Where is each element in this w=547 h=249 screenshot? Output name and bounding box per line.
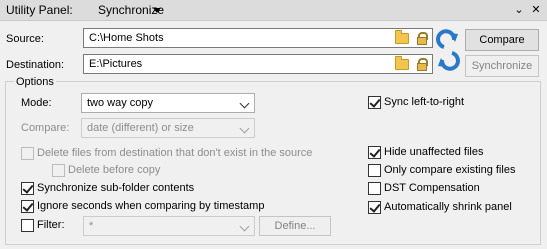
chevron-down-icon — [239, 221, 250, 232]
title-bar — [0, 0, 547, 21]
delete-before-copy-label: Delete before copy — [68, 164, 161, 176]
dst-compensation-label: DST Compensation — [384, 182, 480, 194]
synchronize-button[interactable]: Synchronize — [465, 55, 539, 77]
lock-icon[interactable] — [417, 58, 428, 71]
compare-select[interactable]: date (different) or size — [81, 118, 255, 138]
mode-label: Mode: — [21, 97, 52, 109]
chevron-down-icon — [239, 98, 250, 109]
dst-compensation-checkbox[interactable] — [368, 182, 381, 195]
destination-field[interactable]: E:\Pictures — [83, 54, 433, 74]
source-label: Source: — [6, 33, 44, 45]
close-icon[interactable]: ✕ — [529, 3, 543, 17]
compare-value: date (different) or size — [87, 122, 194, 134]
hide-unaffected-checkbox[interactable] — [368, 146, 381, 159]
chevron-down-icon[interactable] — [153, 8, 161, 13]
filter-value: * — [89, 220, 94, 232]
define-button[interactable]: Define... — [259, 216, 331, 236]
delete-files-label: Delete files from destination that don't… — [37, 147, 313, 159]
sync-subfolders-label: Synchronize sub-folder contents — [37, 182, 195, 194]
sync-left-to-right-label: Sync left-to-right — [384, 96, 465, 108]
auto-shrink-label: Automatically shrink panel — [384, 201, 512, 213]
filter-label: Filter: — [37, 219, 65, 231]
swap-icon[interactable] — [436, 27, 460, 73]
destination-value: E:\Pictures — [89, 58, 143, 70]
delete-before-copy-checkbox[interactable] — [52, 164, 65, 177]
filter-checkbox[interactable] — [21, 219, 34, 232]
folder-icon[interactable] — [395, 30, 409, 44]
sync-left-to-right-checkbox[interactable] — [368, 96, 381, 109]
ignore-seconds-checkbox[interactable] — [21, 200, 34, 213]
hide-unaffected-label: Hide unaffected files — [384, 146, 484, 158]
chevron-down-icon — [239, 123, 250, 134]
source-field[interactable]: C:\Home Shots — [83, 28, 433, 48]
options-group-title: Options — [14, 76, 56, 88]
source-value: C:\Home Shots — [89, 32, 164, 44]
auto-shrink-checkbox[interactable] — [368, 201, 381, 214]
collapse-icon[interactable]: ⌄ — [512, 3, 526, 17]
compare-label: Compare: — [21, 122, 70, 134]
filter-select[interactable]: * — [83, 216, 255, 236]
mode-select[interactable]: two way copy — [81, 93, 255, 113]
lock-icon[interactable] — [417, 32, 428, 45]
compare-button[interactable]: Compare — [465, 29, 539, 51]
delete-files-checkbox[interactable] — [21, 147, 34, 160]
only-compare-existing-label: Only compare existing files — [384, 164, 516, 176]
folder-icon[interactable] — [395, 56, 409, 70]
only-compare-existing-checkbox[interactable] — [368, 164, 381, 177]
mode-value: two way copy — [87, 97, 154, 109]
sync-subfolders-checkbox[interactable] — [21, 182, 34, 195]
ignore-seconds-label: Ignore seconds when comparing by timesta… — [37, 200, 265, 212]
panel-title: Utility Panel: — [6, 3, 73, 17]
destination-label: Destination: — [6, 59, 65, 71]
